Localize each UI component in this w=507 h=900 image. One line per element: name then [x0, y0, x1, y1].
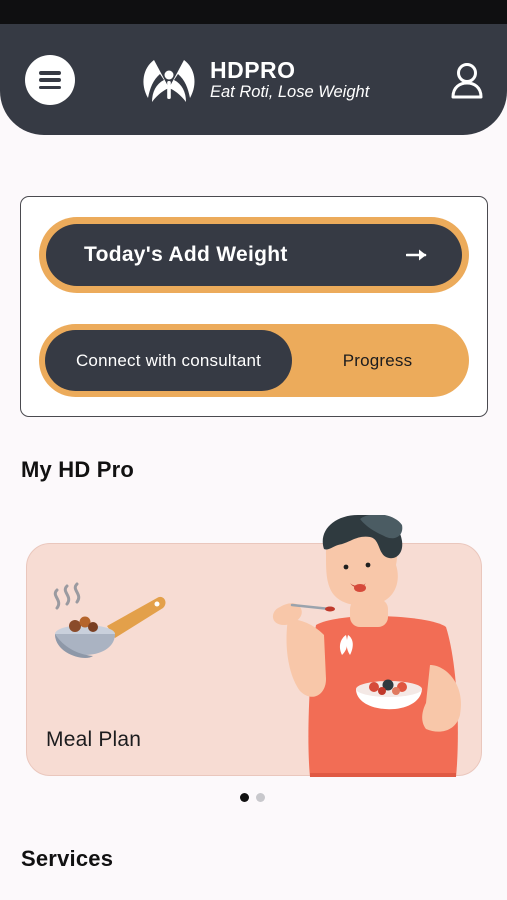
meal-plan-label: Meal Plan: [46, 728, 142, 751]
brand-logo-icon: [143, 60, 195, 102]
consultant-progress-toggle: Connect with consultant Progress: [39, 324, 469, 397]
brand-tagline: Eat Roti, Lose Weight: [210, 83, 370, 101]
carousel-pagination: [240, 793, 265, 802]
add-weight-button[interactable]: Today's Add Weight: [39, 217, 469, 293]
arrow-right-icon: [406, 249, 427, 261]
status-bar: [0, 0, 507, 24]
tab-connect-consultant[interactable]: Connect with consultant: [45, 330, 292, 391]
my-hd-pro-heading: My HD Pro: [21, 457, 135, 482]
user-profile-icon[interactable]: [449, 61, 485, 101]
tab-connect-consultant-label: Connect with consultant: [75, 350, 262, 370]
menu-button[interactable]: [25, 55, 75, 105]
add-weight-label: Today's Add Weight: [84, 243, 288, 266]
cooking-pot-illustration: [53, 582, 166, 658]
app-header: HDPRO Eat Roti, Lose Weight: [0, 24, 507, 135]
quick-actions-card: Today's Add Weight Connect with consulta…: [20, 196, 488, 417]
brand: HDPRO Eat Roti, Lose Weight: [138, 54, 369, 106]
carousel-dot-1[interactable]: [240, 793, 249, 802]
person-eating-illustration: [272, 515, 462, 777]
brand-name: HDPRO: [210, 57, 296, 83]
hamburger-menu-icon: [39, 71, 61, 89]
tab-progress[interactable]: Progress: [292, 330, 463, 391]
services-heading: Services: [21, 846, 114, 871]
carousel-dot-2[interactable]: [256, 793, 265, 802]
tab-progress-label: Progress: [342, 350, 413, 370]
